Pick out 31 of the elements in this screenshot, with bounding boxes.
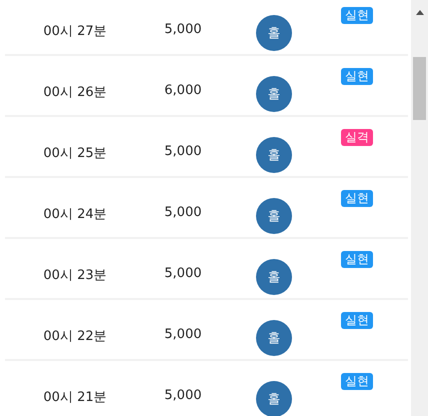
result-badge: 실현	[341, 312, 373, 329]
time-cell-text: 00시 24분	[42, 206, 108, 223]
amount-cell-text: 5,000	[163, 143, 203, 159]
result-badge: 실현	[341, 68, 373, 85]
pick-circle: 홀	[256, 198, 292, 234]
amount-cell-text: 5,000	[163, 387, 203, 403]
scroll-up-icon[interactable]	[416, 10, 424, 15]
time-cell-text: 00시 25분	[42, 145, 108, 162]
time-cell-text: 00시 26분	[42, 84, 108, 101]
time-cell-text: 00시 27분	[42, 23, 108, 40]
time-cell-text: 00시 22분	[42, 328, 108, 345]
pick-circle: 홀	[256, 137, 292, 173]
amount-cell-text: 5,000	[163, 21, 203, 37]
pick-circle: 홀	[256, 320, 292, 356]
pick-circle: 홀	[256, 381, 292, 416]
result-badge: 실현	[341, 251, 373, 268]
pick-circle: 홀	[256, 15, 292, 51]
time-cell-text: 00시 23분	[42, 267, 108, 284]
amount-cell-text: 5,000	[163, 326, 203, 342]
amount-cell-text: 5,000	[163, 265, 203, 281]
scrollbar[interactable]	[411, 0, 428, 416]
amount-cell-text: 5,000	[163, 204, 203, 220]
amount-cell-text: 6,000	[163, 82, 203, 98]
result-badge: 실현	[341, 190, 373, 207]
scroll-thumb[interactable]	[413, 57, 426, 120]
result-badge: 실현	[341, 7, 373, 24]
result-badge: 실격	[341, 129, 373, 146]
time-cell-text: 00시 21분	[42, 389, 108, 406]
pick-circle: 홀	[256, 76, 292, 112]
pick-circle: 홀	[256, 259, 292, 295]
result-badge: 실현	[341, 373, 373, 390]
